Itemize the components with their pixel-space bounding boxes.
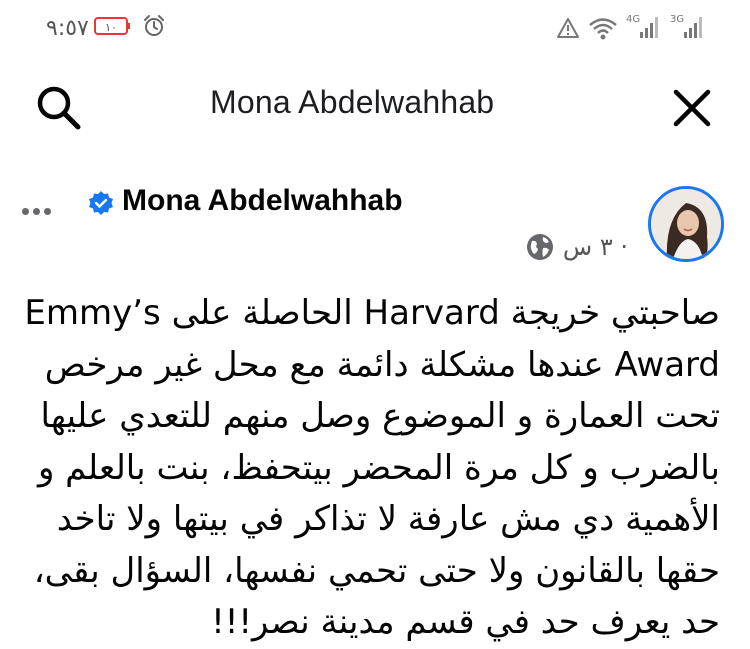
search-header: Mona Abdelwahhab — [0, 62, 750, 146]
battery-icon: ١٠ — [94, 17, 130, 35]
status-bar: ٩:٥٧ ١٠ 4G 3G — [0, 0, 750, 58]
author-name[interactable]: Mona Abdelwahhab — [122, 184, 403, 218]
post-text-line: Award عندها مشكلة دائمة مع محل غير مرخص — [44, 344, 720, 385]
svg-text:3G: 3G — [670, 14, 684, 25]
svg-text:4G: 4G — [626, 14, 640, 25]
author-avatar[interactable] — [648, 186, 724, 262]
post-meta: ٣ س · — [525, 232, 628, 262]
post-time[interactable]: ٣ س · — [563, 233, 628, 261]
post-text: صاحبتي خريجة Harvard الحاصلة على Emmy’s … — [24, 288, 720, 649]
warning-icon — [557, 18, 579, 38]
battery-level: ١٠ — [105, 21, 117, 34]
post-text-line: بالضرب و كل مرة المحضر بيتحفظ، بنت بالعل… — [37, 447, 720, 488]
verified-badge-icon — [89, 191, 113, 215]
signal-3g-icon: 3G — [670, 14, 702, 38]
status-time: ٩:٥٧ — [46, 16, 89, 41]
post-text-line: تحت العمارة و الموضوع وصل منهم للتعدي عل… — [40, 396, 720, 436]
search-icon[interactable] — [33, 82, 83, 132]
post-text-line: صاحبتي خريجة Harvard الحاصلة على Emmy’s — [24, 293, 720, 333]
status-right-icons: 4G 3G — [556, 12, 706, 40]
avatar-image — [651, 189, 721, 259]
post-text-line: حد يعرف حد في قسم مدينة نصر!!! — [211, 602, 720, 642]
globe-icon — [526, 234, 553, 260]
more-options-icon[interactable] — [22, 200, 55, 219]
post-text-line: حقها بالقانون ولا حتى تحمي نفسها، السؤال… — [33, 550, 720, 591]
post-header: Mona Abdelwahhab ٣ س · — [0, 176, 750, 276]
search-query-title[interactable]: Mona Abdelwahhab — [210, 84, 494, 121]
post-text-line: الأهمية دي مش عارفة لا تذاكر في بيتها ول… — [56, 499, 720, 539]
alarm-icon — [144, 15, 164, 36]
signal-4g-icon: 4G — [626, 14, 658, 38]
close-icon[interactable] — [670, 86, 714, 130]
wifi-icon — [589, 18, 617, 40]
